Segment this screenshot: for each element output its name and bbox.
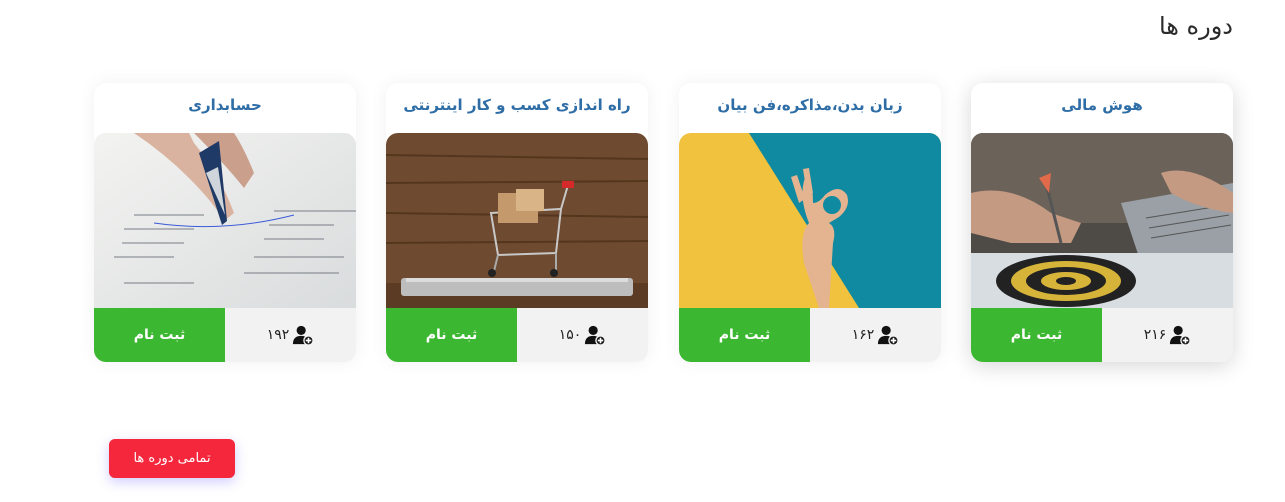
course-image-accounting[interactable] (94, 133, 356, 308)
course-image-body-language[interactable] (679, 133, 941, 308)
course-footer: ثبت نام ۱۹۲ (94, 308, 356, 362)
enroll-count: ۱۹۲ (225, 308, 356, 362)
enroll-count: ۱۵۰ (517, 308, 648, 362)
course-card-online-business[interactable]: راه اندازی کسب و کار اینترنتی ثبت نام ۱۵… (386, 83, 648, 362)
section-title: دوره ها (1158, 12, 1233, 40)
course-title[interactable]: هوش مالی (971, 83, 1233, 133)
course-title[interactable]: راه اندازی کسب و کار اینترنتی (386, 83, 648, 133)
course-title[interactable]: حسابداری (94, 83, 356, 133)
all-courses-button[interactable]: تمامی دوره ها (109, 439, 235, 478)
course-image-online-business[interactable] (386, 133, 648, 308)
register-button[interactable]: ثبت نام (679, 308, 810, 362)
register-button[interactable]: ثبت نام (971, 308, 1102, 362)
enroll-count: ۱۶۲ (810, 308, 941, 362)
enroll-count-value: ۱۶۲ (851, 327, 875, 343)
course-footer: ثبت نام ۱۶۲ (679, 308, 941, 362)
user-plus-icon (878, 325, 900, 346)
enroll-count-value: ۱۵۰ (558, 327, 582, 343)
register-button[interactable]: ثبت نام (94, 308, 225, 362)
enroll-count: ۲۱۶ (1102, 308, 1233, 362)
course-card-body-language[interactable]: زبان بدن،مذاکره،فن بیان ثبت نام ۱۶۲ (679, 83, 941, 362)
course-footer: ثبت نام ۱۵۰ (386, 308, 648, 362)
user-plus-icon (293, 325, 315, 346)
user-plus-icon (585, 325, 607, 346)
course-card-financial-intelligence[interactable]: هوش مالی ثبت نام ۲۱۶ (971, 83, 1233, 362)
register-button[interactable]: ثبت نام (386, 308, 517, 362)
course-image-financial-intelligence[interactable] (971, 133, 1233, 308)
course-card-accounting[interactable]: حسابداری ثبت نام ۱۹۲ (94, 83, 356, 362)
course-footer: ثبت نام ۲۱۶ (971, 308, 1233, 362)
courses-grid: حسابداری ثبت نام ۱۹۲ راه اندازی کسب و کا… (94, 83, 1234, 362)
enroll-count-value: ۲۱۶ (1143, 327, 1167, 343)
enroll-count-value: ۱۹۲ (266, 327, 290, 343)
user-plus-icon (1170, 325, 1192, 346)
course-title[interactable]: زبان بدن،مذاکره،فن بیان (679, 83, 941, 133)
courses-section: دوره ها حسابداری ثبت نام ۱۹۲ راه اندازی … (0, 0, 1285, 502)
